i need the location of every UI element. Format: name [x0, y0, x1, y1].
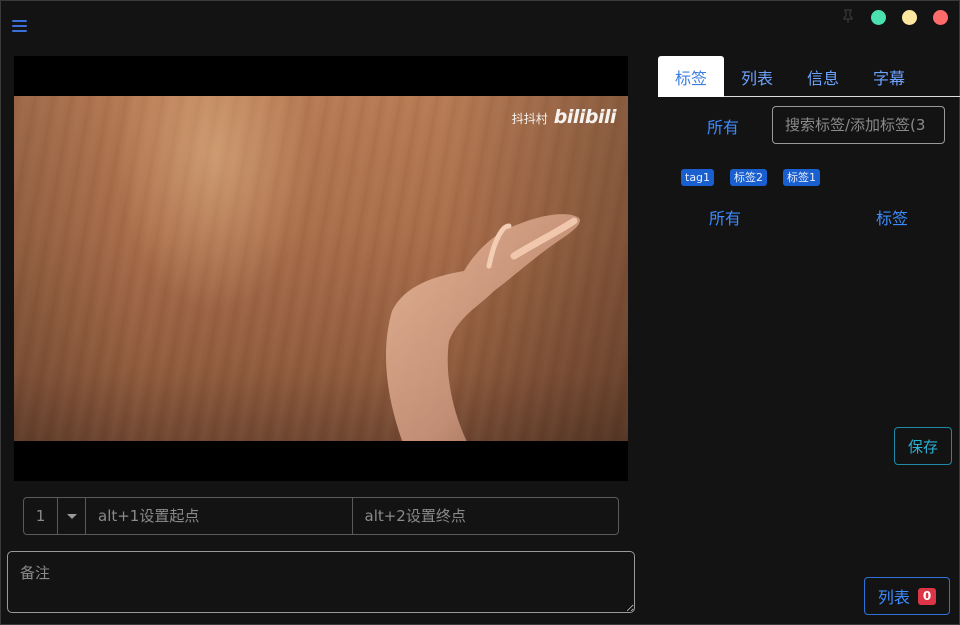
close-button[interactable] — [933, 10, 948, 25]
save-button[interactable]: 保存 — [894, 427, 952, 465]
hamburger-icon[interactable] — [12, 20, 27, 34]
tab-subtitles[interactable]: 字幕 — [856, 56, 922, 97]
column-header-all: 所有 — [709, 209, 742, 228]
side-tabs: 标签 列表 信息 字幕 — [658, 56, 960, 97]
column-header-tag: 标签 — [876, 209, 909, 228]
tab-tags[interactable]: 标签 — [658, 56, 724, 97]
segment-controls: 1 — [23, 497, 619, 535]
list-count-badge: 0 — [917, 587, 937, 605]
tag-search-input[interactable] — [772, 106, 945, 144]
tab-list[interactable]: 列表 — [724, 56, 790, 97]
end-point-input[interactable] — [352, 498, 618, 534]
hand-image — [386, 214, 580, 441]
minimize-button[interactable] — [902, 10, 917, 25]
tag-chip[interactable]: 标签2 — [730, 169, 768, 186]
bilibili-logo: bilibili — [553, 106, 617, 128]
watermark-text: 抖抖村 — [511, 112, 548, 126]
tab-info[interactable]: 信息 — [790, 56, 856, 97]
caret-down-icon — [66, 513, 77, 519]
notes-textarea[interactable] — [7, 551, 635, 613]
list-button-label: 列表 — [877, 588, 910, 607]
tag-list: tag1 标签2 标签1 — [681, 169, 821, 186]
filter-all-button[interactable]: 所有 — [690, 114, 756, 138]
video-player[interactable]: 抖抖村 bilibili — [14, 56, 628, 481]
tag-chip[interactable]: tag1 — [681, 169, 715, 186]
maximize-button[interactable] — [871, 10, 886, 25]
tag-chip[interactable]: 标签1 — [783, 169, 821, 186]
pin-icon[interactable] — [841, 8, 855, 24]
video-watermark: 抖抖村 bilibili — [511, 106, 617, 128]
start-point-input[interactable] — [86, 498, 353, 534]
list-button[interactable]: 列表 0 — [864, 577, 950, 615]
segment-dropdown[interactable] — [58, 498, 86, 534]
segment-index: 1 — [24, 498, 58, 534]
video-frame: 抖抖村 bilibili — [14, 96, 628, 441]
